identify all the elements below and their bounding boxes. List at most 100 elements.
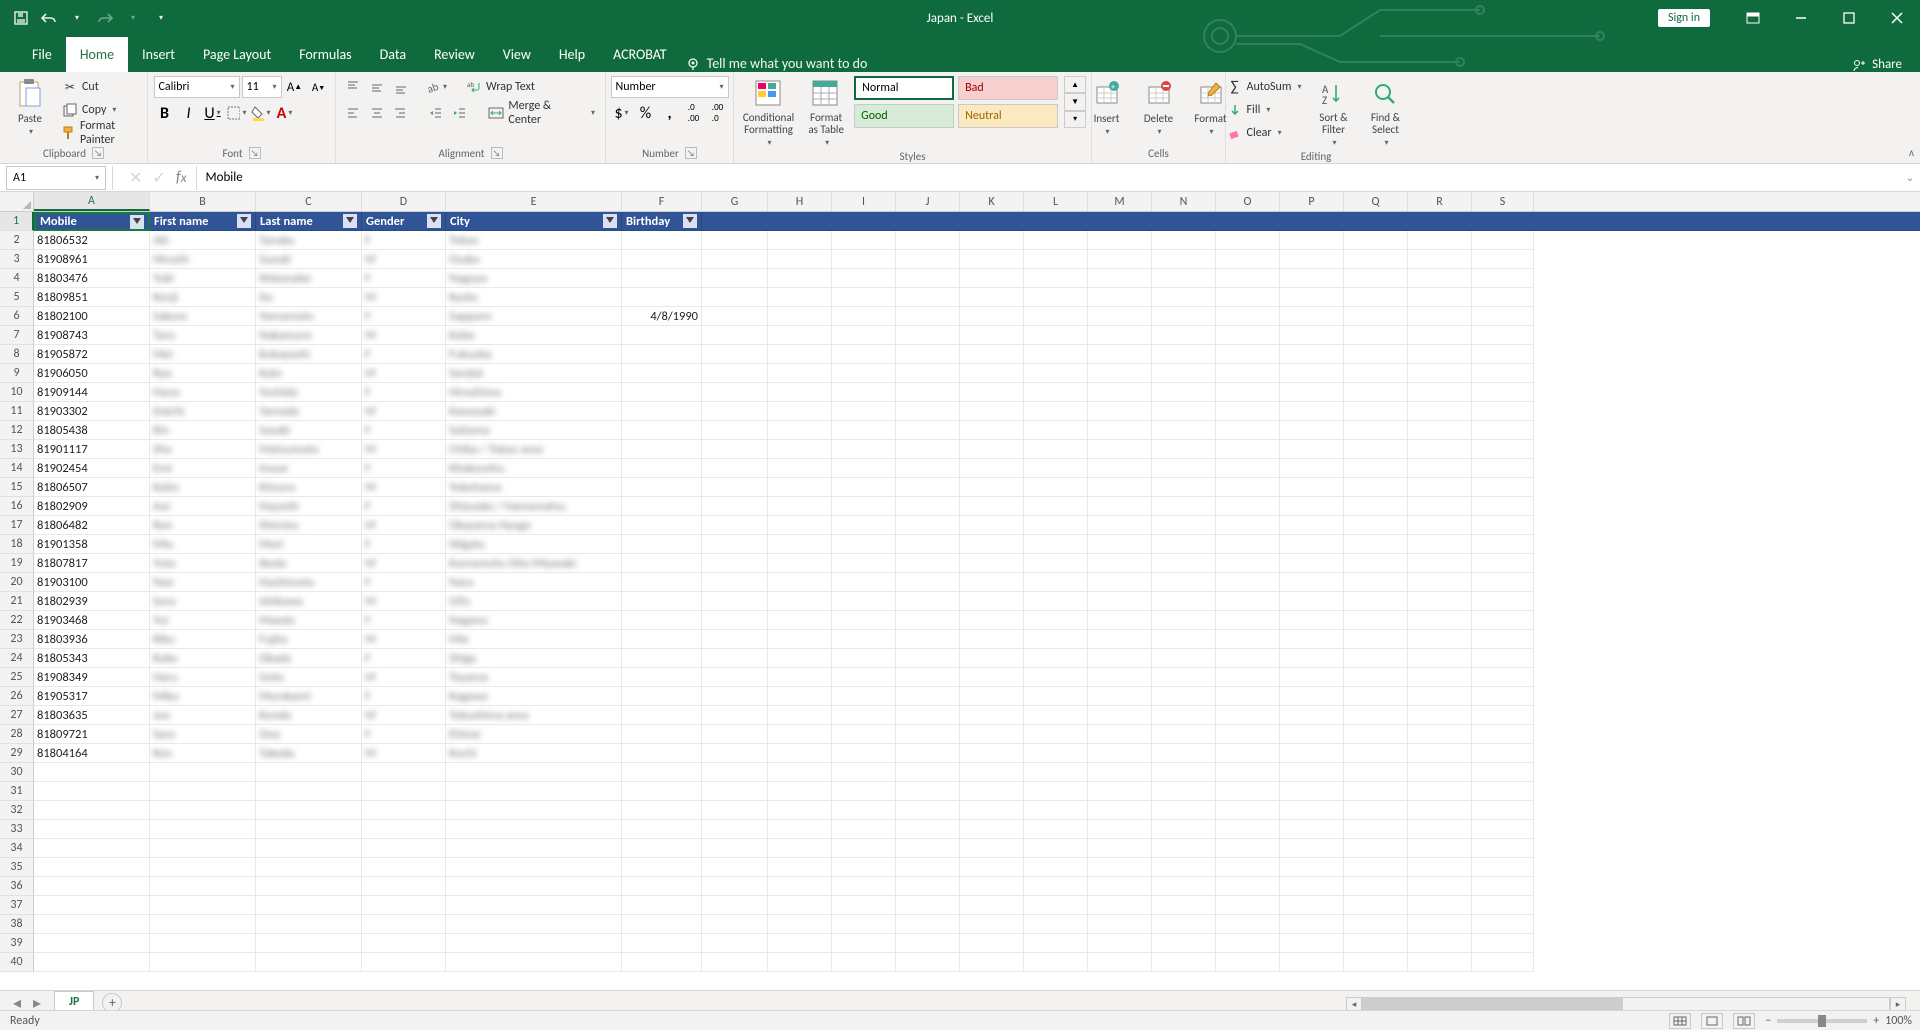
cell[interactable] bbox=[702, 820, 768, 839]
align-left-icon[interactable] bbox=[342, 102, 364, 124]
cell[interactable] bbox=[702, 402, 768, 421]
cell[interactable] bbox=[768, 839, 832, 858]
underline-icon[interactable]: U▾ bbox=[202, 102, 224, 124]
cell[interactable]: Watanabe bbox=[256, 269, 362, 288]
cell[interactable] bbox=[622, 782, 702, 801]
cell[interactable] bbox=[446, 896, 622, 915]
page-layout-view-icon[interactable] bbox=[1701, 1013, 1723, 1029]
row-header[interactable]: 32 bbox=[0, 801, 34, 820]
cell[interactable] bbox=[1152, 820, 1216, 839]
cell[interactable] bbox=[1152, 915, 1216, 934]
zoom-in-icon[interactable]: + bbox=[1873, 1014, 1879, 1028]
cell[interactable] bbox=[1088, 820, 1152, 839]
cell[interactable] bbox=[1280, 858, 1344, 877]
tab-acrobat[interactable]: ACROBAT bbox=[599, 37, 681, 72]
page-break-view-icon[interactable] bbox=[1733, 1013, 1755, 1029]
enter-formula-icon[interactable]: ✓ bbox=[152, 168, 165, 188]
row-header[interactable]: 17 bbox=[0, 516, 34, 535]
row-header[interactable]: 7 bbox=[0, 326, 34, 345]
row-header[interactable]: 8 bbox=[0, 345, 34, 364]
cell[interactable] bbox=[1024, 231, 1088, 250]
cell[interactable] bbox=[702, 611, 768, 630]
tab-view[interactable]: View bbox=[489, 37, 545, 72]
cell[interactable]: 81901117 bbox=[34, 440, 150, 459]
row-header[interactable]: 18 bbox=[0, 535, 34, 554]
cell[interactable] bbox=[1024, 459, 1088, 478]
cell[interactable] bbox=[1472, 877, 1534, 896]
cell[interactable] bbox=[1216, 953, 1280, 972]
row-header[interactable]: 38 bbox=[0, 915, 34, 934]
cell[interactable] bbox=[1088, 459, 1152, 478]
cell[interactable] bbox=[1088, 288, 1152, 307]
cell[interactable] bbox=[1344, 744, 1408, 763]
cell[interactable] bbox=[1408, 383, 1472, 402]
cut-button[interactable]: ✂Cut bbox=[58, 76, 141, 98]
cell[interactable] bbox=[622, 934, 702, 953]
column-header-D[interactable]: D bbox=[362, 192, 446, 211]
cell[interactable] bbox=[1088, 763, 1152, 782]
cell[interactable]: Kyoto bbox=[446, 288, 622, 307]
cell[interactable] bbox=[1408, 307, 1472, 326]
cell[interactable] bbox=[1024, 630, 1088, 649]
cell[interactable] bbox=[1216, 383, 1280, 402]
insert-cells-button[interactable]: +Insert▾ bbox=[1083, 76, 1131, 139]
cell[interactable] bbox=[1280, 877, 1344, 896]
cell[interactable] bbox=[1216, 516, 1280, 535]
cell[interactable] bbox=[622, 326, 702, 345]
cell[interactable] bbox=[1152, 402, 1216, 421]
undo-dropdown-icon[interactable]: ▾ bbox=[68, 9, 86, 27]
cell[interactable] bbox=[702, 592, 768, 611]
cell[interactable]: F bbox=[362, 725, 446, 744]
cell[interactable]: Kumamoto Oita Miyazaki bbox=[446, 554, 622, 573]
cell[interactable] bbox=[446, 934, 622, 953]
cell[interactable] bbox=[1280, 744, 1344, 763]
cell[interactable] bbox=[1216, 478, 1280, 497]
cell[interactable] bbox=[1280, 497, 1344, 516]
cell[interactable] bbox=[1408, 706, 1472, 725]
cell[interactable] bbox=[1408, 820, 1472, 839]
cell[interactable] bbox=[1408, 288, 1472, 307]
cell[interactable]: F bbox=[362, 459, 446, 478]
cell[interactable] bbox=[1024, 611, 1088, 630]
cell[interactable] bbox=[362, 934, 446, 953]
cell[interactable] bbox=[896, 592, 960, 611]
cell[interactable] bbox=[960, 364, 1024, 383]
cell[interactable]: 81908961 bbox=[34, 250, 150, 269]
cell[interactable] bbox=[256, 877, 362, 896]
cell[interactable] bbox=[960, 953, 1024, 972]
cell[interactable] bbox=[1408, 896, 1472, 915]
cell[interactable] bbox=[896, 516, 960, 535]
cell[interactable] bbox=[1280, 782, 1344, 801]
cell[interactable] bbox=[702, 250, 768, 269]
cell[interactable] bbox=[896, 896, 960, 915]
cell[interactable] bbox=[960, 345, 1024, 364]
cell[interactable] bbox=[1280, 554, 1344, 573]
cell[interactable] bbox=[622, 250, 702, 269]
cell[interactable] bbox=[1408, 364, 1472, 383]
cell[interactable] bbox=[1280, 725, 1344, 744]
cell[interactable] bbox=[1088, 877, 1152, 896]
cell[interactable]: 81805438 bbox=[34, 421, 150, 440]
cell[interactable] bbox=[1088, 307, 1152, 326]
cell[interactable] bbox=[1472, 478, 1534, 497]
cell[interactable]: 81802909 bbox=[34, 497, 150, 516]
cell[interactable] bbox=[1216, 744, 1280, 763]
format-painter-button[interactable]: Format Painter bbox=[58, 122, 141, 144]
row-header[interactable]: 31 bbox=[0, 782, 34, 801]
cell[interactable]: 81802939 bbox=[34, 592, 150, 611]
cell[interactable] bbox=[1344, 478, 1408, 497]
cell[interactable] bbox=[1344, 706, 1408, 725]
cell[interactable] bbox=[256, 953, 362, 972]
grid[interactable]: 1MobileFirst nameLast nameGenderCityBirt… bbox=[0, 212, 1920, 1000]
cell[interactable] bbox=[1472, 687, 1534, 706]
cell[interactable] bbox=[1088, 554, 1152, 573]
cell[interactable] bbox=[1472, 497, 1534, 516]
cell[interactable] bbox=[768, 763, 832, 782]
cell[interactable]: Sakura bbox=[150, 307, 256, 326]
cell[interactable] bbox=[622, 915, 702, 934]
cell[interactable] bbox=[768, 478, 832, 497]
cell[interactable] bbox=[34, 782, 150, 801]
row-header[interactable]: 23 bbox=[0, 630, 34, 649]
cell[interactable] bbox=[256, 763, 362, 782]
cell[interactable] bbox=[768, 364, 832, 383]
